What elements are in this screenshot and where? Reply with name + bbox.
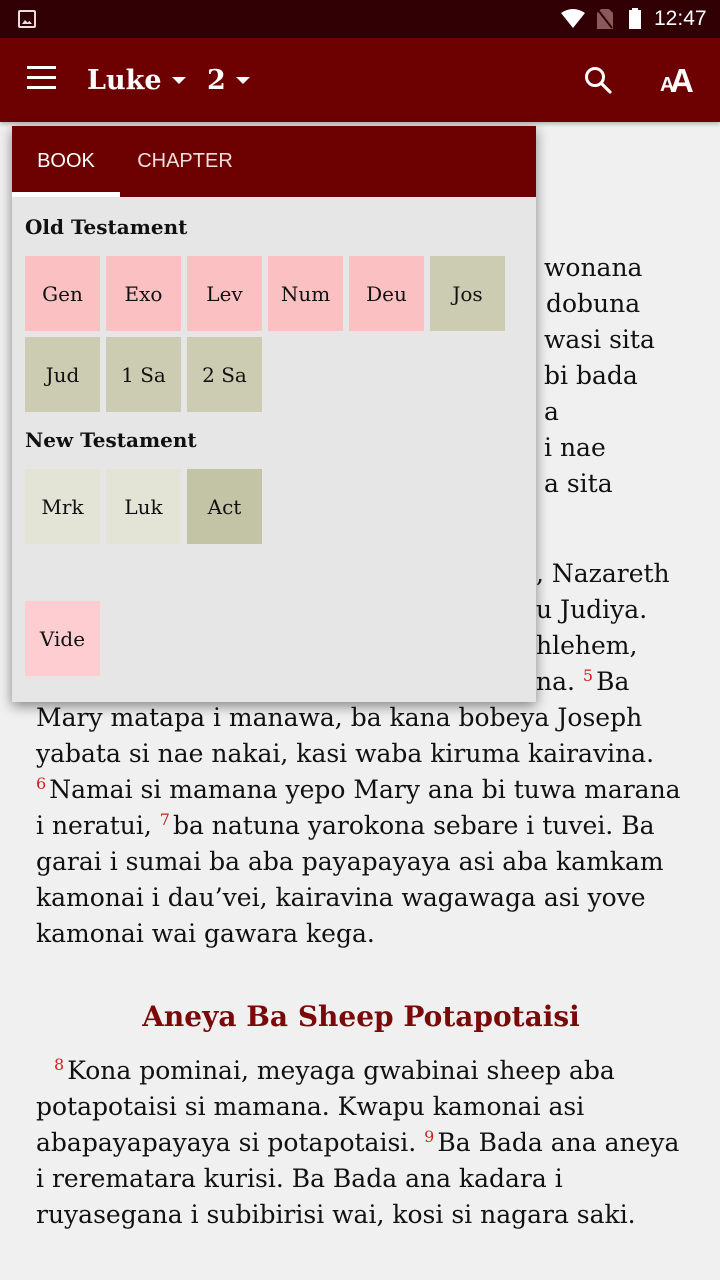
- search-icon[interactable]: [582, 64, 616, 98]
- image-notification-icon: [18, 10, 36, 28]
- clock: 12:47: [654, 7, 707, 30]
- book-tile-num[interactable]: Num: [268, 256, 343, 331]
- book-tile-exo[interactable]: Exo: [106, 256, 181, 331]
- tab-chapter[interactable]: CHAPTER: [120, 126, 250, 197]
- chapter-number: 2: [207, 64, 226, 96]
- book-tile-1sa[interactable]: 1 Sa: [106, 337, 181, 412]
- book-tile-deu[interactable]: Deu: [349, 256, 424, 331]
- obscured-text-fragments-2: , Nazareth u Judiya. hlehem, na. 5 Ba: [536, 559, 670, 696]
- status-bar: 12:47: [0, 0, 720, 38]
- app-bar: Luke 2 A A: [0, 38, 720, 122]
- book-tile-lev[interactable]: Lev: [187, 256, 262, 331]
- book-tile-luk[interactable]: Luk: [106, 469, 181, 544]
- book-picker-popup: BOOK CHAPTER Old Testament Gen Exo Lev N…: [12, 126, 536, 702]
- book-name: Luke: [87, 64, 162, 96]
- book-tile-jos[interactable]: Jos: [430, 256, 505, 331]
- book-tile-act[interactable]: Act: [187, 469, 262, 544]
- verse-number: 6: [36, 773, 47, 793]
- verse-paragraph: Mary matapa i manawa, ba kana bobeya Jos…: [36, 703, 681, 948]
- verse-paragraph: 8 Kona pominai, meyaga gwabinai sheep aba…: [36, 1054, 680, 1229]
- book-tile-mrk[interactable]: Mrk: [25, 469, 100, 544]
- new-testament-heading: New Testament: [25, 428, 197, 452]
- book-tile-vide[interactable]: Vide: [25, 601, 100, 676]
- chevron-down-icon: [235, 76, 250, 84]
- verse-number: 9: [424, 1126, 435, 1146]
- verse-number: 7: [159, 809, 170, 829]
- book-tile-2sa[interactable]: 2 Sa: [187, 337, 262, 412]
- font-size-button[interactable]: A A: [656, 60, 702, 100]
- chapter-selector[interactable]: 2: [207, 60, 250, 100]
- section-heading: Aneya Ba Sheep Potapotaisi: [142, 1000, 580, 1033]
- old-testament-heading: Old Testament: [25, 215, 188, 239]
- verse-number: 8: [54, 1054, 65, 1074]
- no-sim-icon: [597, 9, 613, 29]
- picker-tabs: BOOK CHAPTER: [12, 126, 536, 197]
- menu-button[interactable]: [27, 66, 57, 92]
- book-tile-jud[interactable]: Jud: [25, 337, 100, 412]
- battery-icon: [629, 8, 641, 29]
- obscured-text-fragments: wonana dobuna wasi sita bi bada a i nae …: [544, 253, 655, 498]
- verse-number: 5: [582, 665, 594, 685]
- wifi-icon: [561, 9, 585, 28]
- chevron-down-icon: [171, 76, 186, 84]
- menu-icon: [27, 66, 56, 69]
- tab-indicator: [12, 192, 120, 197]
- tab-book[interactable]: BOOK: [12, 126, 120, 197]
- book-selector[interactable]: Luke: [87, 60, 186, 100]
- book-tile-gen[interactable]: Gen: [25, 256, 100, 331]
